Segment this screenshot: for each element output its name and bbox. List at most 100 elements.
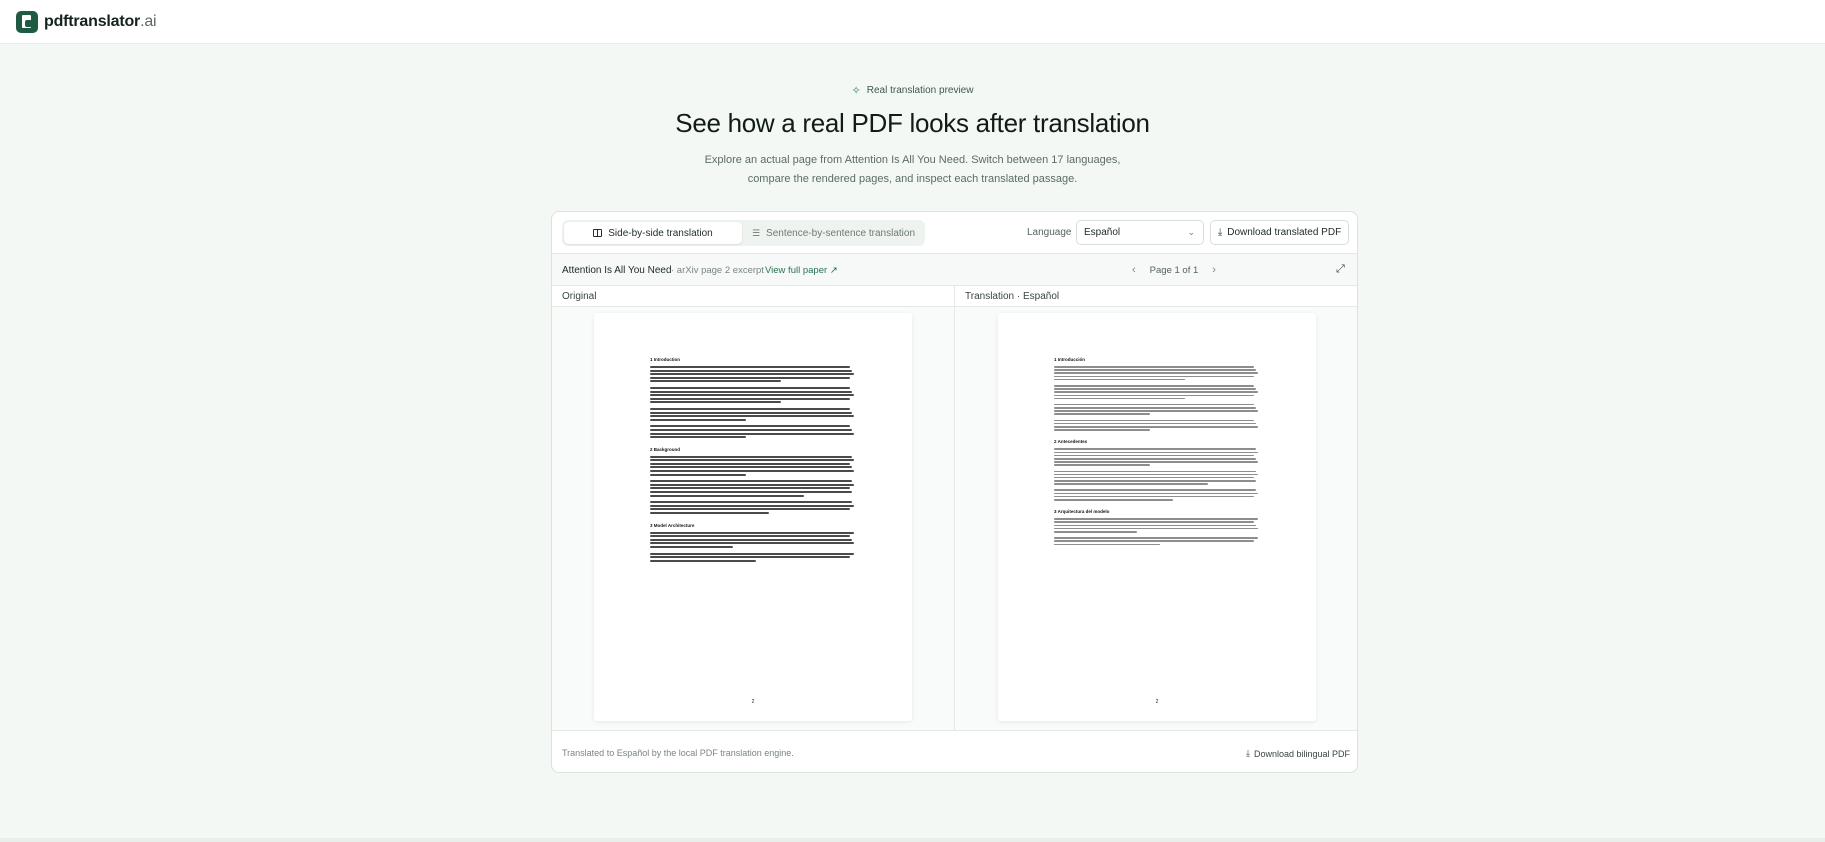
text-line [1054, 530, 1138, 533]
translated-pdf-page: 1 Introducción 2 Antecedentes 3 Arquitectu… [998, 313, 1316, 721]
section-heading: 3 Model Architecture [650, 522, 695, 528]
text-line [650, 373, 854, 376]
download-icon: ⤓ [1246, 748, 1250, 758]
text-line [650, 401, 782, 404]
text-line [1054, 473, 1258, 476]
text-line [1054, 413, 1150, 416]
brand-name-main: pdftranslator [44, 12, 141, 30]
translation-pane: Translation · Español 1 Introducción 2 An… [955, 286, 1357, 730]
text-line [650, 432, 854, 435]
text-line [1054, 422, 1256, 425]
text-line [650, 459, 854, 462]
translation-pane-title: Translation · Español [955, 286, 1357, 307]
columns-icon [593, 229, 603, 237]
view-mode-toggle: Side-by-side translation ☰ Sentence-by-s… [562, 220, 925, 246]
original-page-text: 1 Introduction 2 Background 3 Model Archit… [650, 353, 858, 566]
logo-icon [16, 10, 38, 33]
text-line [1054, 448, 1256, 450]
text-line [1054, 470, 1256, 473]
text-line [1054, 492, 1258, 495]
text-line [650, 390, 852, 393]
text-line [1054, 388, 1256, 390]
translation-pane-body[interactable]: 1 Introducción 2 Antecedentes 3 Arquitectu… [955, 307, 1357, 730]
download-translated-button[interactable]: ⤓ Download translated PDF [1210, 220, 1349, 245]
text-line [650, 504, 854, 507]
text-line [650, 470, 854, 473]
text-line [650, 369, 852, 372]
pager: ‹ Page 1 of 1 › [1132, 264, 1216, 276]
download-translated-label: Download translated PDF [1227, 227, 1342, 238]
text-line [650, 425, 850, 428]
document-title: Attention Is All You Need [562, 265, 672, 276]
preview-card: Side-by-side translation ☰ Sentence-by-s… [551, 211, 1358, 773]
text-line [1054, 527, 1258, 530]
brand-logo[interactable]: pdftranslator.ai [16, 10, 157, 33]
translation-note: Translated to Español by the local PDF t… [562, 748, 794, 758]
text-line [1054, 499, 1173, 501]
list-icon: ☰ [751, 227, 761, 238]
text-line [650, 487, 850, 490]
text-line [1054, 543, 1161, 546]
text-line [650, 542, 854, 545]
view-full-paper-link[interactable]: View full paper ↗ [765, 265, 838, 276]
text-line [1054, 521, 1254, 523]
text-line [650, 394, 854, 397]
text-line [650, 397, 850, 400]
original-pane-body[interactable]: 1 Introduction 2 Background 3 Model Archit… [552, 307, 954, 730]
text-line [650, 411, 852, 414]
text-line [1054, 429, 1150, 431]
download-bilingual-link[interactable]: ⤓ Download bilingual PDF [1246, 748, 1350, 759]
text-line [1054, 537, 1258, 539]
text-line [650, 535, 850, 538]
section-heading: 1 Introducción [1054, 357, 1086, 362]
comparison-panes: Original 1 Introduction 2 Background 3 Mod… [552, 286, 1357, 730]
text-line [1054, 483, 1208, 485]
language-select[interactable]: Español ⌄ [1076, 220, 1204, 245]
language-select-value: Español [1084, 227, 1121, 238]
text-line [1054, 454, 1254, 457]
text-line [650, 545, 734, 548]
tab-sentence-by-sentence[interactable]: ☰ Sentence-by-sentence translation [744, 222, 923, 244]
expand-icon[interactable]: ⤢ [1336, 263, 1345, 276]
text-line [1054, 384, 1254, 387]
text-line [1054, 518, 1258, 520]
section-heading: 2 Antecedentes [1054, 439, 1088, 445]
translated-page-number: 2 [1155, 699, 1159, 705]
text-line [1054, 369, 1256, 371]
text-line [650, 512, 769, 514]
text-line [650, 466, 852, 469]
text-line [650, 531, 854, 534]
text-line [650, 380, 782, 383]
text-line [650, 428, 852, 431]
download-bilingual-label: Download bilingual PDF [1253, 748, 1351, 759]
text-line [650, 386, 850, 389]
text-line [1054, 426, 1258, 428]
preview-footer: Translated to Español by the local PDF t… [552, 730, 1357, 772]
page-indicator: Page 1 of 1 [1149, 264, 1199, 276]
tab-side-by-side[interactable]: Side-by-side translation [564, 222, 742, 244]
text-line [650, 407, 850, 410]
prev-page-icon[interactable]: ‹ [1132, 264, 1136, 276]
text-line [1054, 419, 1254, 422]
text-line [1054, 457, 1256, 460]
text-line [1054, 403, 1254, 406]
text-line [650, 418, 746, 421]
text-line [650, 455, 852, 458]
text-line [650, 376, 850, 379]
subtitle-line-2: compare the rendered pages, and inspect … [747, 173, 1078, 185]
section-heading: 3 Arquitectura del modelo [1054, 509, 1110, 515]
text-line [650, 494, 804, 497]
original-pdf-page: 1 Introduction 2 Background 3 Model Archit… [594, 313, 912, 721]
text-line [650, 436, 746, 439]
text-line [1054, 375, 1254, 378]
text-line [650, 508, 850, 511]
text-line [650, 491, 852, 494]
next-page-icon[interactable]: › [1212, 264, 1216, 276]
text-line [1054, 495, 1254, 498]
text-line [650, 415, 854, 418]
text-line [1054, 394, 1254, 397]
text-line [650, 552, 854, 555]
page-divider [0, 838, 1825, 842]
document-meta: · arXiv page 2 excerpt [671, 265, 764, 276]
external-link-icon: ↗ [829, 265, 838, 276]
